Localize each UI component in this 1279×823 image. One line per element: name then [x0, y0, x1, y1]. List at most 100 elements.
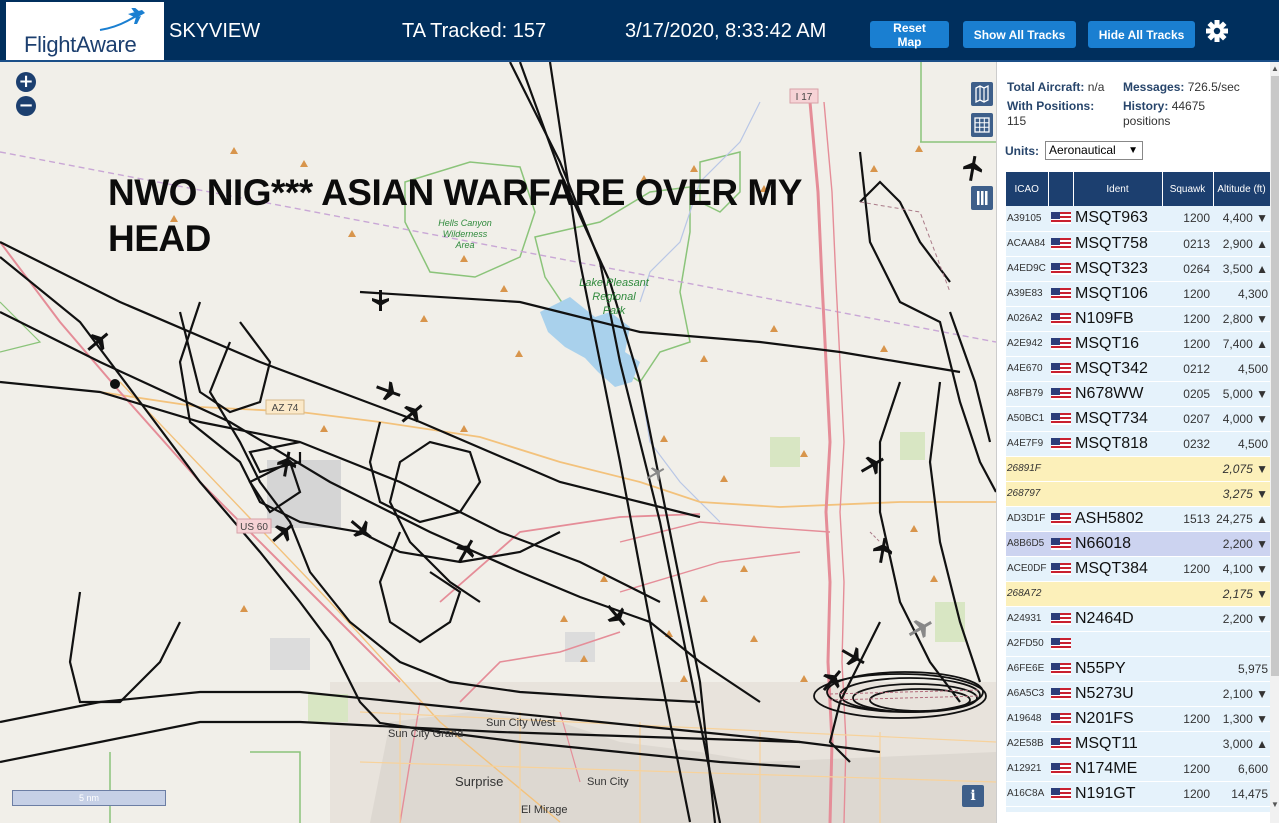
reset-map-button[interactable]: Reset Map: [870, 21, 949, 49]
col-header-altitude[interactable]: Altitude (ft): [1213, 172, 1270, 206]
col-header-flag[interactable]: [1048, 172, 1074, 206]
aircraft-row[interactable]: A8B6D5 N66018 2,200 ▼: [1006, 531, 1270, 557]
aircraft-row[interactable]: A39105 MSQT963 1200 4,400 ▼: [1006, 206, 1270, 232]
aircraft-row[interactable]: A026A2 N109FB 1200 2,800 ▼: [1006, 306, 1270, 332]
cell-icao: A2FD50: [1006, 631, 1048, 657]
flightaware-logo[interactable]: FlightAware: [6, 2, 164, 60]
cell-flag: [1048, 731, 1073, 757]
cell-icao: ACAA84: [1006, 231, 1048, 257]
aircraft-row[interactable]: A2E942 MSQT16 1200 7,400 ▲: [1006, 331, 1270, 357]
cell-squawk: 0213: [1162, 231, 1213, 257]
us-flag-icon: [1050, 787, 1071, 800]
cell-altitude: 4,300: [1213, 281, 1270, 307]
cell-icao: 268797: [1006, 481, 1048, 507]
cell-flag: [1048, 506, 1073, 532]
app-name: SKYVIEW: [169, 20, 261, 42]
aircraft-row[interactable]: A16C8A N191GT 1200 14,475: [1006, 781, 1270, 807]
current-datetime: 3/17/2020, 8:33:42 AM: [625, 20, 827, 42]
cell-flag: [1048, 656, 1073, 682]
us-flag-icon: [1050, 637, 1071, 650]
city-label-sun-city: Sun City: [587, 776, 629, 788]
zoom-out-button[interactable]: −: [16, 96, 36, 116]
aircraft-row[interactable]: ACAA84 MSQT758 0213 2,900 ▲: [1006, 231, 1270, 257]
cell-ident: MSQT384: [1073, 556, 1162, 582]
cell-icao: A026A2: [1006, 306, 1048, 332]
cell-squawk: 1513: [1162, 506, 1213, 532]
cell-icao: A39E83: [1006, 281, 1048, 307]
aircraft-row[interactable]: 26891F 2,075 ▼: [1006, 456, 1270, 482]
cell-altitude: 24,275 ▲: [1213, 506, 1270, 532]
info-button[interactable]: i: [962, 785, 984, 807]
units-select[interactable]: Aeronautical ▼: [1045, 141, 1143, 160]
zoom-in-button[interactable]: +: [16, 72, 36, 92]
aircraft-row[interactable]: AC9E5E MSQT31302705,600 ▲: [1006, 806, 1270, 812]
cell-squawk: 1200: [1162, 306, 1213, 332]
scrollbar-thumb[interactable]: [1271, 76, 1279, 676]
cell-ident: MSQT342: [1073, 356, 1162, 382]
cell-flag: [1048, 431, 1073, 457]
aircraft-row[interactable]: 268A72 2,175 ▼: [1006, 581, 1270, 607]
cell-ident: [1073, 581, 1162, 607]
aircraft-row[interactable]: A2FD50: [1006, 631, 1270, 657]
map-layers-button[interactable]: [971, 82, 993, 106]
aircraft-row[interactable]: A4E7F9 MSQT818 0232 4,500: [1006, 431, 1270, 457]
lake-label-line3: Park: [603, 305, 626, 317]
aircraft-row[interactable]: A6FE6E N55PY 5,975: [1006, 656, 1270, 682]
cell-altitude: 4,100 ▼: [1213, 556, 1270, 582]
col-header-icao[interactable]: ICAO: [1006, 172, 1049, 206]
cell-flag: [1048, 756, 1073, 782]
cell-icao: A6FE6E: [1006, 656, 1048, 682]
aircraft-row[interactable]: A24931 N2464D 2,200 ▼: [1006, 606, 1270, 632]
aircraft-table: ICAO Ident Squawk Altitude (ft) A39105 MS…: [1006, 172, 1270, 812]
history-unit: positions: [1123, 114, 1171, 128]
cell-icao: A6A5C3: [1006, 681, 1048, 707]
show-all-tracks-button[interactable]: Show All Tracks: [963, 21, 1076, 48]
cell-ident: MSQT16: [1073, 331, 1162, 357]
cell-flag: [1048, 281, 1073, 307]
us-flag-icon: [1050, 237, 1071, 250]
hide-all-tracks-button[interactable]: Hide All Tracks: [1088, 21, 1195, 48]
scroll-up-icon[interactable]: ▲: [1271, 64, 1279, 73]
aircraft-row[interactable]: AD3D1F ASH5802 1513 24,275 ▲: [1006, 506, 1270, 532]
cell-altitude: 5,000 ▼: [1213, 381, 1270, 407]
total-aircraft-stat: Total Aircraft: n/a: [1007, 80, 1104, 95]
aircraft-sidebar: Total Aircraft: n/a Messages: 726.5/sec …: [996, 62, 1279, 823]
with-positions-stat: With Positions: 115: [1007, 99, 1119, 129]
aircraft-row[interactable]: A8FB79 N678WW 0205 5,000 ▼: [1006, 381, 1270, 407]
col-header-ident[interactable]: Ident: [1073, 172, 1163, 206]
cell-ident: N2464D: [1073, 606, 1162, 632]
aircraft-table-container[interactable]: ICAO Ident Squawk Altitude (ft) A39105 MS…: [1006, 172, 1270, 812]
cell-squawk: 0205: [1162, 381, 1213, 407]
us-flag-icon: [1050, 287, 1071, 300]
cell-ident: MSQT323: [1073, 256, 1162, 282]
cell-altitude: 14,475: [1213, 781, 1270, 807]
columns-icon: [977, 191, 988, 205]
aircraft-row[interactable]: 268797 3,275 ▼: [1006, 481, 1270, 507]
cell-squawk: 0207: [1162, 406, 1213, 432]
sidebar-scrollbar[interactable]: ▲ ▼: [1270, 62, 1279, 823]
aircraft-row[interactable]: A2E58B MSQT11 3,000 ▲: [1006, 731, 1270, 757]
aircraft-row[interactable]: A4E670 MSQT342 0212 4,500: [1006, 356, 1270, 382]
aircraft-row[interactable]: A6A5C3 N5273U 2,100 ▼: [1006, 681, 1270, 707]
cell-squawk: 1200: [1162, 556, 1213, 582]
aircraft-row[interactable]: A4ED9C MSQT323 0264 3,500 ▲: [1006, 256, 1270, 282]
map-view[interactable]: AZ 74 US 60 I 17 Hells Canyon Wilderness…: [0, 62, 996, 823]
aircraft-row[interactable]: A39E83 MSQT106 1200 4,300: [1006, 281, 1270, 307]
aircraft-row[interactable]: A19648 N201FS 1200 1,300 ▼: [1006, 706, 1270, 732]
us-flag-icon: [1050, 412, 1071, 425]
overlay-text-line1: NWO NIG*** ASIAN WARFARE OVER MY: [108, 172, 802, 213]
cell-flag: [1048, 556, 1073, 582]
cell-ident: N109FB: [1073, 306, 1162, 332]
aircraft-row[interactable]: ACE0DF MSQT384 1200 4,100 ▼: [1006, 556, 1270, 582]
aircraft-row[interactable]: A50BC1 MSQT734 0207 4,000 ▼: [1006, 406, 1270, 432]
toggle-sidebar-button[interactable]: [971, 186, 993, 210]
cell-ident: N201FS: [1073, 706, 1162, 732]
settings-gear-icon[interactable]: [1203, 17, 1231, 45]
cell-icao: A2E58B: [1006, 731, 1048, 757]
cell-altitude: 1,300 ▼: [1213, 706, 1270, 732]
col-header-squawk[interactable]: Squawk: [1162, 172, 1214, 206]
scroll-down-icon[interactable]: ▼: [1271, 800, 1279, 809]
range-rings-button[interactable]: [971, 113, 993, 137]
lake-label-line1: Lake Pleasant: [579, 277, 650, 289]
aircraft-row[interactable]: A12921 N174ME 1200 6,600: [1006, 756, 1270, 782]
